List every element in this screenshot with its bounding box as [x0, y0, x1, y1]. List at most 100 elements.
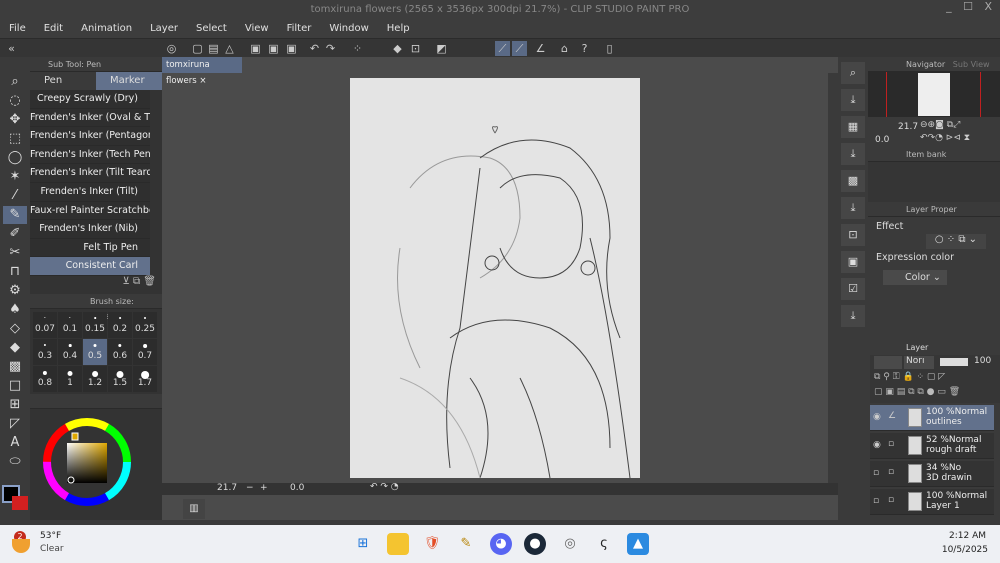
material-icon[interactable]: ▦ [841, 116, 865, 138]
opacity-value[interactable]: 100 [974, 356, 991, 366]
brush-size-option[interactable]: 0.7 [133, 338, 157, 365]
clip-studio-paint-icon[interactable]: ς [593, 533, 615, 555]
brush-item[interactable]: Faux-rel Painter Scratchboa [30, 201, 150, 221]
menu-filter[interactable]: Filter [278, 20, 321, 38]
decoration-tool-icon[interactable]: ✂ [3, 244, 27, 262]
color-wheel[interactable] [30, 409, 162, 529]
drawing-canvas[interactable] [350, 78, 640, 478]
selection-tool-icon[interactable]: ◌ [3, 92, 27, 110]
pencil-tool-icon[interactable]: ✐ [3, 225, 27, 243]
brush-item[interactable]: Frenden's Inker (Tilt) [30, 182, 150, 202]
brush-item[interactable]: Frenden's Inker (Oval & Thi [30, 108, 150, 128]
deselect-icon[interactable]: ⁘ [350, 41, 365, 56]
redo-icon[interactable]: ↷ [323, 41, 338, 56]
brave-icon[interactable]: 🛡 [421, 533, 443, 555]
hue-handle[interactable] [71, 432, 79, 441]
material-icon[interactable]: ⊡ [841, 224, 865, 246]
undo-icon[interactable]: ↶ [307, 41, 322, 56]
layer-row[interactable]: ▫ ▫ 100 %Normal Layer 1 [870, 489, 994, 515]
tab-marker[interactable]: Marker [96, 72, 162, 90]
menu-window[interactable]: Window [320, 20, 377, 38]
layer-lock-icons[interactable]: ⧉ ⚲ ⚿ 🔒 ⁘ ▢ ◸ [874, 372, 945, 382]
timeline-toggle-icon[interactable]: ▥ [183, 499, 205, 519]
brush-item[interactable]: Frenden's Inker (Tilt Teardr [30, 164, 150, 183]
operation-tool-icon[interactable]: ⬚ [3, 130, 27, 148]
material-download-icon[interactable]: ⤓ [841, 89, 865, 111]
layer-panel-header[interactable]: Layer [870, 340, 1000, 355]
brush-item-selected[interactable]: Consistent Carl [30, 257, 150, 276]
material-icon[interactable]: ☑ [841, 278, 865, 300]
brush-size-option[interactable]: 1.7 [133, 365, 157, 392]
navigator-rotation[interactable]: 0.0 [875, 135, 889, 145]
material-download-icon[interactable]: ⤓ [841, 197, 865, 219]
brush-item[interactable]: Frenden's Inker (Pentagon [30, 127, 150, 146]
menu-file[interactable]: File [0, 20, 35, 38]
layer-color-dropdown[interactable] [874, 356, 902, 369]
open-icon[interactable]: ▤ [206, 41, 221, 56]
brush-size-option[interactable]: 0.07 [33, 311, 57, 338]
menu-edit[interactable]: Edit [35, 20, 72, 38]
clip-studio-icon[interactable]: ◎ [559, 533, 581, 555]
collapse-icon[interactable]: « [4, 41, 19, 56]
ruler-icon[interactable]: ◸ [3, 415, 27, 433]
lock-checkbox[interactable]: ▫ [888, 495, 894, 505]
zoom-buttons[interactable]: ⊖⊕◙ ⧉⤢ [920, 120, 960, 130]
fill-tool-icon[interactable]: ◆ [3, 339, 27, 357]
clock-time[interactable]: 2:12 AM [949, 531, 986, 541]
clear-outside-icon[interactable]: ◩ [434, 41, 449, 56]
clip-studio-icon[interactable]: ◎ [164, 41, 179, 56]
brush-item[interactable]: Frenden's Inker (Tech Pen) [30, 145, 150, 165]
search-material-icon[interactable]: ⌕ [841, 62, 865, 84]
close-tab-icon[interactable]: × [199, 76, 206, 86]
snap-ruler-icon[interactable]: ⟋ [495, 41, 510, 56]
tab-navigator[interactable]: Navigator [906, 60, 945, 69]
rotate-icons[interactable]: ↶ ↷ ◔ [370, 482, 399, 492]
material-download-icon[interactable]: ⤓ [841, 143, 865, 165]
edit-pen-icon[interactable]: ∠ [888, 411, 896, 421]
pencil-app-icon[interactable]: ✎ [455, 533, 477, 555]
layer-action-icons[interactable]: ▢ ▣ ▤ ⧉ ⧉ ● ▭ 🗑 [874, 387, 960, 397]
steam-icon[interactable]: ● [524, 533, 546, 555]
canvas-zoom-value[interactable]: 21.7 [217, 483, 237, 493]
snap-special-ruler-icon[interactable]: ⟋ [512, 41, 527, 56]
canvas-rotation-value[interactable]: 0.0 [290, 483, 304, 493]
brush-size-option[interactable]: 0.3 [33, 338, 57, 365]
snap-grid-icon[interactable]: ∠ [533, 41, 548, 56]
blend-mode-dropdown[interactable]: Norı [904, 356, 934, 369]
brush-item[interactable]: Creepy Scrawly (Dry) [30, 90, 150, 109]
menu-help[interactable]: Help [378, 20, 419, 38]
canvas-vertical-scrollbar[interactable] [828, 73, 838, 483]
document-tab[interactable]: tomxiruna flowers × [162, 57, 242, 86]
export-psd-icon[interactable]: ▣ [284, 41, 299, 56]
brush-size-option[interactable]: 1.5 [108, 365, 132, 392]
eyedropper-icon[interactable]: ⁄ [3, 187, 27, 205]
transform-icon[interactable]: ⊡ [408, 41, 423, 56]
brush-size-option[interactable]: 0.8 [33, 365, 57, 392]
eye-icon[interactable]: ◉ [873, 412, 881, 422]
airbrush-icon[interactable]: ⊓ [3, 263, 27, 281]
weather-icon[interactable] [12, 539, 30, 553]
magic-wand-icon[interactable]: ✶ [3, 168, 27, 186]
brush-size-option[interactable]: 1.2 [83, 365, 107, 392]
gradient-icon[interactable]: ▩ [3, 358, 27, 376]
lock-checkbox[interactable]: ▫ [888, 439, 894, 449]
weather-condition[interactable]: Clear [40, 544, 64, 554]
material-download-icon[interactable]: ⤓ [841, 305, 865, 327]
blend-tool-icon[interactable]: ♠ [3, 301, 27, 319]
brush-size-option[interactable]: 0.15 [83, 311, 107, 338]
move-tool-icon[interactable]: ✥ [3, 111, 27, 129]
temperature[interactable]: 53°F [40, 531, 61, 541]
menu-select[interactable]: Select [187, 20, 236, 38]
zoom-tool-icon[interactable]: ⌕ [3, 73, 27, 91]
layer-row[interactable]: ◉ ∠ 100 %Normal outlines [870, 405, 994, 431]
brush-item[interactable]: Felt Tip Pen [30, 238, 150, 258]
brush-size-option[interactable]: 0.1 [58, 311, 82, 338]
text-tool-icon[interactable]: A [3, 434, 27, 452]
tab-sub-view[interactable]: Sub View [953, 60, 990, 69]
brush-size-option[interactable]: 1 [58, 365, 82, 392]
brush-size-option[interactable]: 0.6 [108, 338, 132, 365]
eraser-icon[interactable]: ◇ [3, 320, 27, 338]
expression-color-dropdown[interactable]: Color ⌄ [883, 270, 947, 285]
learn-icon[interactable]: ⌂ [557, 41, 572, 56]
save-icon[interactable]: △ [222, 41, 237, 56]
